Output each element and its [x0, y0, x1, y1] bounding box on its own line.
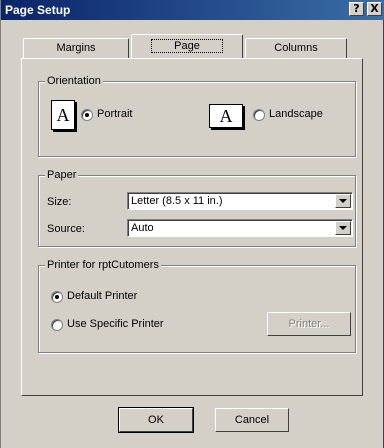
specific-printer-label[interactable]: Use Specific Printer — [67, 318, 164, 330]
landscape-page-icon: A — [209, 104, 243, 128]
specific-printer-radio[interactable] — [51, 319, 63, 331]
source-select[interactable]: Auto — [127, 219, 353, 237]
tab-columns[interactable]: Columns — [245, 38, 347, 58]
orientation-legend: Orientation — [45, 75, 103, 87]
desktop-background: Page Setup ? X Margins Page Columns Orie… — [0, 0, 384, 448]
default-printer-label[interactable]: Default Printer — [67, 290, 137, 302]
ok-button[interactable]: OK — [118, 407, 194, 433]
size-select[interactable]: Letter (8.5 x 11 in.) — [127, 192, 353, 210]
tab-margins[interactable]: Margins — [23, 38, 129, 58]
landscape-label[interactable]: Landscape — [269, 108, 323, 120]
printer-button[interactable]: Printer... — [267, 312, 351, 336]
tab-columns-label: Columns — [274, 42, 318, 54]
size-select-value: Letter (8.5 x 11 in.) — [131, 195, 223, 207]
page-setup-dialog: Page Setup ? X Margins Page Columns Orie… — [0, 0, 384, 448]
paper-group: Paper Size: Letter (8.5 x 11 in.) Source… — [38, 169, 356, 247]
size-label: Size: — [47, 196, 72, 208]
tab-margins-label: Margins — [56, 42, 96, 54]
source-select-value: Auto — [131, 222, 154, 234]
source-label: Source: — [47, 223, 85, 235]
landscape-icon-letter: A — [219, 106, 233, 126]
default-printer-radio[interactable] — [51, 291, 63, 303]
cancel-button[interactable]: Cancel — [215, 408, 289, 432]
landscape-radio[interactable] — [253, 109, 265, 121]
help-button[interactable]: ? — [349, 2, 364, 16]
paper-legend: Paper — [45, 169, 79, 181]
title-bar[interactable]: Page Setup ? X — [1, 0, 384, 20]
portrait-label[interactable]: Portrait — [97, 108, 132, 120]
portrait-icon-letter: A — [56, 105, 70, 125]
tab-page-label: Page — [151, 39, 223, 53]
page-tab-panel: Orientation A Portrait A Landscape Paper… — [21, 58, 363, 396]
orientation-group: Orientation A Portrait A Landscape — [38, 75, 356, 157]
size-dropdown-arrow-icon[interactable] — [335, 194, 351, 208]
dialog-title: Page Setup — [5, 3, 71, 17]
close-button[interactable]: X — [367, 2, 382, 16]
source-dropdown-arrow-icon[interactable] — [335, 221, 351, 235]
printer-legend: Printer for rptCutomers — [45, 259, 161, 271]
portrait-page-icon: A — [51, 100, 75, 130]
portrait-radio[interactable] — [81, 109, 93, 121]
tab-page[interactable]: Page — [131, 34, 243, 58]
printer-group: Printer for rptCutomers Default Printer … — [38, 259, 356, 353]
